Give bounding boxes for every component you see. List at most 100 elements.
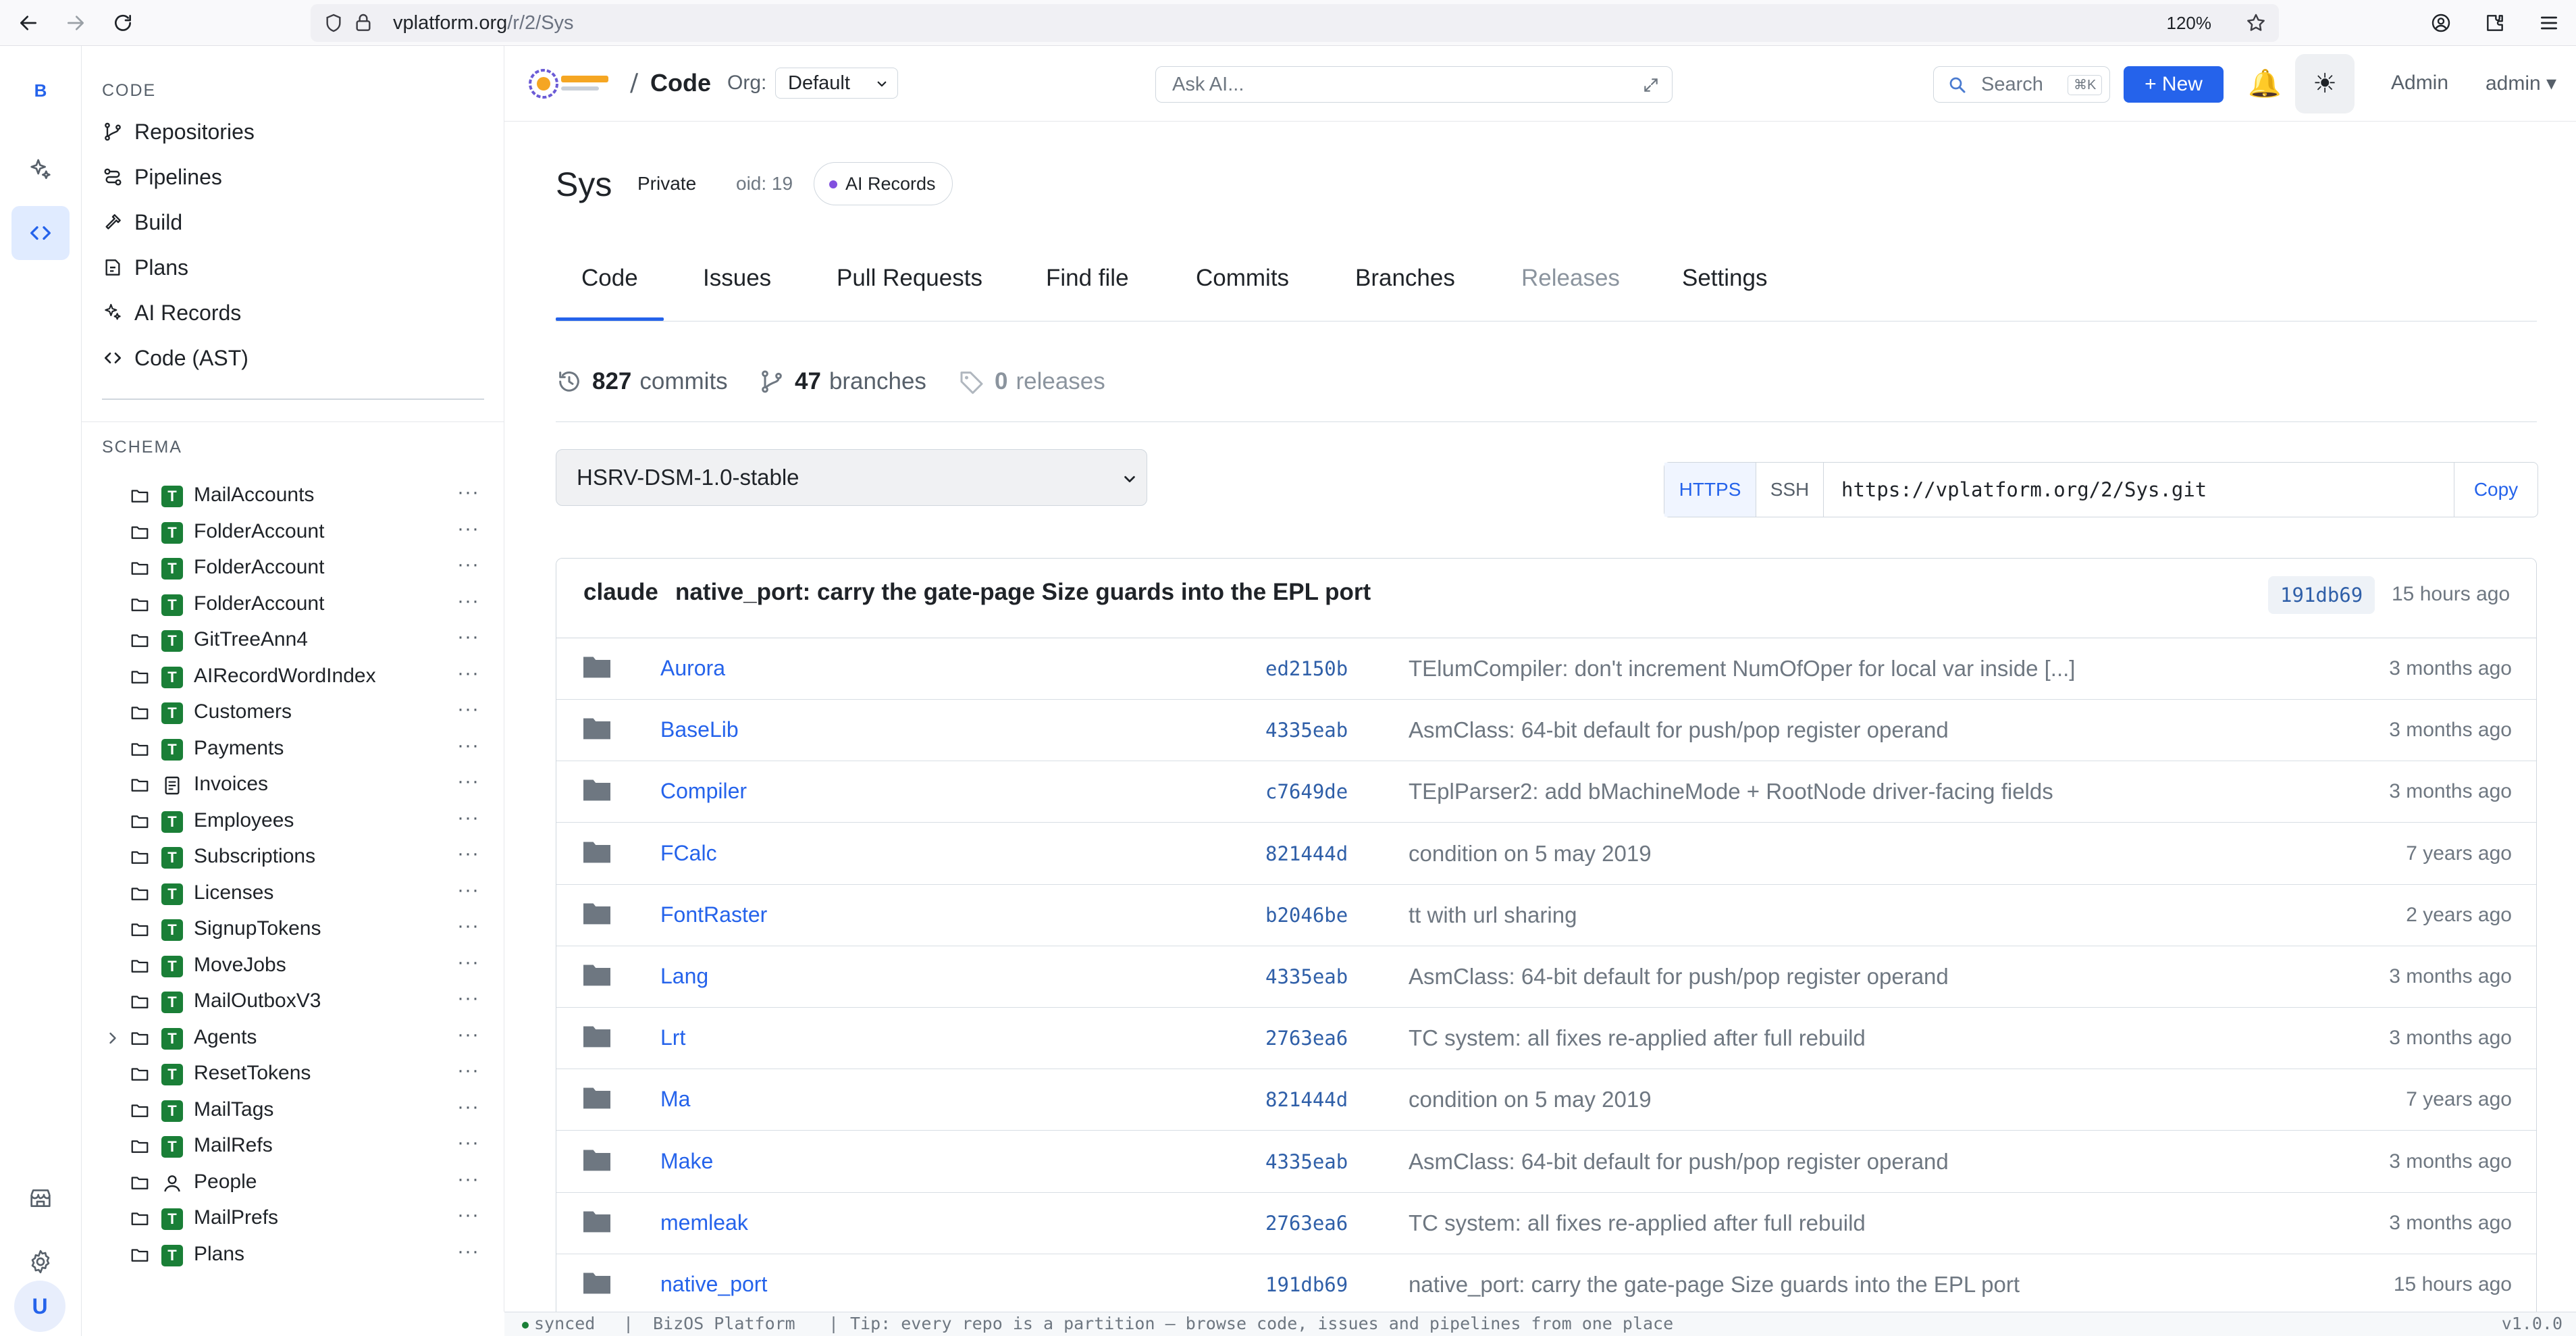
file-commit-sha[interactable]: 821444d	[1265, 842, 1348, 865]
file-name-link[interactable]: Compiler	[660, 779, 747, 804]
row-menu-icon[interactable]: ···	[457, 915, 479, 937]
file-commit-message[interactable]: condition on 5 may 2019	[1409, 1087, 1652, 1112]
menu-button[interactable]	[2530, 4, 2568, 42]
row-menu-icon[interactable]: ···	[457, 951, 479, 974]
file-commit-sha[interactable]: 821444d	[1265, 1088, 1348, 1111]
file-commit-sha[interactable]: 4335eab	[1265, 719, 1348, 742]
address-bar[interactable]: vplatform.org/r/2/Sys 120%	[311, 4, 2279, 42]
schema-item[interactable]: T FolderAccount ···	[82, 587, 504, 623]
file-name-link[interactable]: Ma	[660, 1087, 690, 1112]
file-name-link[interactable]: Lang	[660, 964, 708, 989]
file-commit-message[interactable]: AsmClass: 64-bit default for push/pop re…	[1409, 964, 1949, 990]
row-menu-icon[interactable]: ···	[457, 481, 479, 504]
zoom-indicator[interactable]: 120%	[2159, 11, 2220, 35]
table-row[interactable]: Ma 821444d condition on 5 may 2019 7 years …	[556, 1069, 2536, 1131]
reload-button[interactable]	[104, 4, 142, 42]
schema-item[interactable]: T Employees ···	[82, 804, 504, 840]
last-commit-author[interactable]: claude	[583, 579, 658, 606]
schema-item[interactable]: T FolderAccount ···	[82, 550, 504, 586]
rail-store-button[interactable]	[11, 1171, 70, 1225]
schema-item[interactable]: T Plans ···	[82, 1237, 504, 1273]
schema-item[interactable]: T MailPrefs ···	[82, 1201, 504, 1237]
sidebar-item-build[interactable]: Build	[102, 203, 182, 242]
schema-item[interactable]: T AIRecordWordIndex ···	[82, 659, 504, 695]
schema-item[interactable]: T MailAccounts ···	[82, 478, 504, 514]
file-name-link[interactable]: FCalc	[660, 841, 717, 866]
user-menu[interactable]: admin ▾	[2486, 72, 2556, 95]
search-button[interactable]: Search ⌘K	[1933, 66, 2110, 103]
table-row[interactable]: Aurora ed2150b TElumCompiler: don't increm…	[556, 638, 2536, 700]
row-menu-icon[interactable]: ···	[457, 1059, 479, 1082]
tab-find-file[interactable]: Find file	[1046, 265, 1129, 292]
last-commit-sha[interactable]: 191db69	[2268, 576, 2375, 614]
admin-link[interactable]: Admin	[2391, 72, 2448, 95]
chevron-right-icon[interactable]	[103, 1029, 122, 1048]
file-commit-message[interactable]: native_port: carry the gate-page Size gu…	[1409, 1272, 2020, 1298]
file-commit-sha[interactable]: ed2150b	[1265, 657, 1348, 680]
table-row[interactable]: FCalc 821444d condition on 5 may 2019 7 yea…	[556, 823, 2536, 885]
schema-item[interactable]: T ResetTokens ···	[82, 1056, 504, 1092]
row-menu-icon[interactable]: ···	[457, 1204, 479, 1227]
file-commit-sha[interactable]: 2763ea6	[1265, 1027, 1348, 1050]
last-commit-message[interactable]: native_port: carry the gate-page Size gu…	[675, 579, 1371, 606]
https-tab[interactable]: HTTPS	[1664, 463, 1756, 517]
tab-issues[interactable]: Issues	[703, 265, 771, 292]
clone-url[interactable]: https://vplatform.org/2/Sys.git	[1841, 463, 2207, 517]
table-row[interactable]: Lrt 2763ea6 TC system: all fixes re-applie…	[556, 1008, 2536, 1070]
row-menu-icon[interactable]: ···	[457, 1096, 479, 1119]
file-name-link[interactable]: FontRaster	[660, 902, 767, 927]
schema-item[interactable]: T Agents ···	[82, 1021, 504, 1056]
row-menu-icon[interactable]: ···	[457, 734, 479, 757]
schema-item[interactable]: T Licenses ···	[82, 876, 504, 912]
row-menu-icon[interactable]: ···	[457, 517, 479, 540]
schema-item[interactable]: T MailOutboxV3 ···	[82, 984, 504, 1020]
new-button[interactable]: + New	[2124, 66, 2224, 103]
sidebar-item-plans[interactable]: Plans	[102, 248, 188, 287]
star-icon[interactable]	[2245, 12, 2267, 34]
rail-ai-button[interactable]	[11, 143, 70, 197]
row-menu-icon[interactable]: ···	[457, 879, 479, 902]
file-name-link[interactable]: Make	[660, 1149, 713, 1174]
schema-item[interactable]: People ···	[82, 1165, 504, 1201]
table-row[interactable]: Lang 4335eab AsmClass: 64-bit default for …	[556, 946, 2536, 1008]
tab-code[interactable]: Code	[581, 265, 638, 292]
sidebar-item-pipelines[interactable]: Pipelines	[102, 157, 222, 197]
ssh-tab[interactable]: SSH	[1756, 463, 1824, 517]
schema-item[interactable]: T FolderAccount ···	[82, 515, 504, 550]
file-name-link[interactable]: Lrt	[660, 1025, 685, 1050]
tab-commits[interactable]: Commits	[1196, 265, 1289, 292]
file-commit-sha[interactable]: 4335eab	[1265, 965, 1348, 988]
tab-settings[interactable]: Settings	[1682, 265, 1767, 292]
row-menu-icon[interactable]: ···	[457, 1131, 479, 1154]
file-commit-message[interactable]: TC system: all fixes re-applied after fu…	[1409, 1210, 1866, 1236]
row-menu-icon[interactable]: ···	[457, 590, 479, 613]
schema-item[interactable]: T MailTags ···	[82, 1093, 504, 1129]
table-row[interactable]: native_port 191db69 native_port: carry the…	[556, 1254, 2536, 1316]
forward-button[interactable]	[57, 4, 95, 42]
copy-button[interactable]: Copy	[2454, 463, 2538, 517]
tab-pull-requests[interactable]: Pull Requests	[837, 265, 982, 292]
file-name-link[interactable]: Aurora	[660, 656, 725, 681]
branch-select[interactable]: HSRV-DSM-1.0-stable	[556, 449, 1147, 506]
row-menu-icon[interactable]: ···	[457, 698, 479, 721]
githost-logo[interactable]	[526, 66, 614, 101]
row-menu-icon[interactable]: ···	[457, 662, 479, 685]
table-row[interactable]: BaseLib 4335eab AsmClass: 64-bit default f…	[556, 700, 2536, 762]
file-commit-sha[interactable]: 4335eab	[1265, 1150, 1348, 1173]
releases-stat[interactable]: 0 releases	[958, 368, 1105, 395]
table-row[interactable]: Make 4335eab AsmClass: 64-bit default for …	[556, 1131, 2536, 1193]
ai-records-badge[interactable]: AI Records	[814, 162, 953, 205]
schema-item[interactable]: T MoveJobs ···	[82, 948, 504, 984]
file-commit-message[interactable]: condition on 5 may 2019	[1409, 841, 1652, 867]
row-menu-icon[interactable]: ···	[457, 625, 479, 648]
file-commit-sha[interactable]: c7649de	[1265, 780, 1348, 803]
row-menu-icon[interactable]: ···	[457, 770, 479, 793]
row-menu-icon[interactable]: ···	[457, 1168, 479, 1191]
row-menu-icon[interactable]: ···	[457, 987, 479, 1010]
account-button[interactable]	[2422, 4, 2460, 42]
schema-item[interactable]: T Subscriptions ···	[82, 840, 504, 875]
row-menu-icon[interactable]: ···	[457, 553, 479, 576]
file-name-link[interactable]: memleak	[660, 1210, 748, 1235]
file-commit-message[interactable]: AsmClass: 64-bit default for push/pop re…	[1409, 717, 1949, 743]
file-name-link[interactable]: native_port	[660, 1272, 767, 1297]
